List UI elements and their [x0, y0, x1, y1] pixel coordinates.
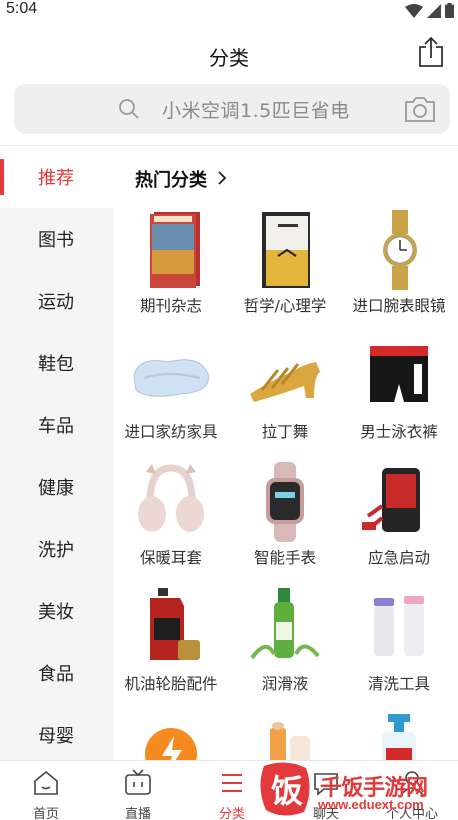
sidebar-item-label: 母婴 [38, 726, 74, 747]
status-bar: 5:04 [0, 0, 458, 22]
category-list-icon [222, 774, 242, 792]
category-tile[interactable]: 保暖耳套 [114, 462, 228, 582]
tile-label: 智能手表 [253, 549, 316, 567]
magazine-image [150, 212, 200, 288]
category-tile[interactable]: 进口腕表眼镜 [342, 210, 456, 330]
sidebar-item-health[interactable]: 健康 [0, 456, 114, 518]
hand-wash-image [382, 714, 416, 760]
battery-icon [445, 3, 454, 18]
category-tile[interactable] [342, 714, 456, 760]
category-tile[interactable]: 男士泳衣裤 [342, 336, 456, 456]
category-content: 热门分类 期刊杂志 哲学/心理学 进口腕表眼镜 进口家纺家具 拉丁舞 男士泳衣裤… [114, 146, 458, 760]
home-icon [34, 770, 58, 795]
sidebar-item-food[interactable]: 食品 [0, 642, 114, 704]
category-tile[interactable]: 清洗工具 [342, 588, 456, 708]
tile-label: 男士泳衣裤 [360, 423, 438, 441]
engine-oil-image [150, 588, 200, 660]
sidebar-item-label: 健康 [38, 478, 74, 499]
smartwatch-image [266, 462, 304, 542]
status-icons [405, 3, 454, 18]
sidebar-item-label: 图书 [38, 230, 74, 251]
cosmetics-image [270, 722, 310, 760]
tile-label: 进口腕表眼镜 [352, 297, 446, 315]
category-tile[interactable]: 进口家纺家具 [114, 336, 228, 456]
sidebar-item-label: 鞋包 [38, 354, 74, 375]
watermark: 饭 千饭手游网 www.eduext.com [256, 760, 456, 820]
sidebar-item-car[interactable]: 车品 [0, 394, 114, 456]
jump-starter-image [362, 468, 420, 532]
dance-shoe-image [250, 362, 320, 402]
category-tile[interactable]: 智能手表 [228, 462, 342, 582]
page-title: 分类 [209, 46, 249, 70]
tile-label: 期刊杂志 [139, 297, 202, 315]
share-icon[interactable] [416, 36, 446, 68]
swim-trunks-image [370, 346, 428, 402]
sidebar-item-baby[interactable]: 母婴 [0, 704, 114, 760]
sidebar-item-label: 洗护 [38, 540, 74, 561]
sidebar-item-label: 食品 [38, 664, 74, 685]
category-tile[interactable]: 应急启动 [342, 462, 456, 582]
lubricant-bottle-image [250, 588, 320, 660]
sidebar-item-label: 车品 [38, 416, 74, 437]
sidebar-item-label: 运动 [38, 292, 74, 313]
tile-label: 进口家纺家具 [124, 423, 218, 441]
category-tile[interactable]: 拉丁舞 [228, 336, 342, 456]
search-bar[interactable]: 小米空调1.5匹巨省电 [14, 84, 450, 134]
chevron-right-icon[interactable] [216, 170, 228, 186]
tile-label: 润滑液 [261, 675, 309, 693]
pillow-image [133, 359, 209, 397]
sidebar-item-books[interactable]: 图书 [0, 208, 114, 270]
watermark-logo: 饭 [260, 762, 310, 816]
cleaning-cup-image [374, 596, 424, 656]
book-image [262, 212, 310, 288]
sidebar-item-label: 美妆 [38, 602, 74, 623]
sidebar-item-label: 推荐 [38, 168, 74, 189]
watermark-url: www.eduext.com [318, 797, 424, 812]
wifi-icon [405, 3, 423, 18]
flash-badge-image [145, 728, 197, 760]
sidebar-item-shoes-bags[interactable]: 鞋包 [0, 332, 114, 394]
tile-label: 哲学/心理学 [243, 297, 327, 315]
sidebar-item-recommend[interactable]: 推荐 [0, 146, 114, 208]
search-input[interactable]: 小米空调1.5匹巨省电 [162, 96, 350, 123]
category-tile[interactable] [228, 714, 342, 760]
tile-label: 机油轮胎配件 [124, 675, 218, 693]
category-tile[interactable]: 机油轮胎配件 [114, 588, 228, 708]
sidebar-item-beauty[interactable]: 美妆 [0, 580, 114, 642]
tab-home[interactable]: 首页 [0, 761, 92, 820]
tab-label: 首页 [32, 807, 59, 820]
header: 分类 [0, 22, 458, 82]
camera-icon[interactable] [404, 95, 436, 123]
tab-label: 直播 [124, 807, 151, 820]
tile-label: 保暖耳套 [139, 549, 202, 567]
category-sidebar: 推荐 图书 运动 鞋包 车品 健康 洗护 美妆 食品 母婴 [0, 146, 114, 760]
category-tile[interactable] [114, 714, 228, 760]
sidebar-item-sports[interactable]: 运动 [0, 270, 114, 332]
signal-icon [427, 3, 441, 18]
tab-live[interactable]: 直播 [92, 761, 184, 820]
earmuff-image [138, 464, 204, 532]
tv-icon [125, 769, 151, 795]
category-tile[interactable]: 润滑液 [228, 588, 342, 708]
sidebar-item-wash-care[interactable]: 洗护 [0, 518, 114, 580]
tile-label: 应急启动 [367, 549, 430, 567]
category-tile[interactable]: 哲学/心理学 [228, 210, 342, 330]
category-tile[interactable]: 期刊杂志 [114, 210, 228, 330]
status-time: 5:04 [6, 0, 38, 17]
tile-label: 拉丁舞 [261, 423, 309, 441]
search-icon [119, 99, 139, 119]
section-title[interactable]: 热门分类 [135, 166, 207, 192]
svg-text:饭: 饭 [271, 772, 303, 810]
tile-label: 清洗工具 [367, 675, 430, 693]
watch-image [383, 210, 417, 290]
